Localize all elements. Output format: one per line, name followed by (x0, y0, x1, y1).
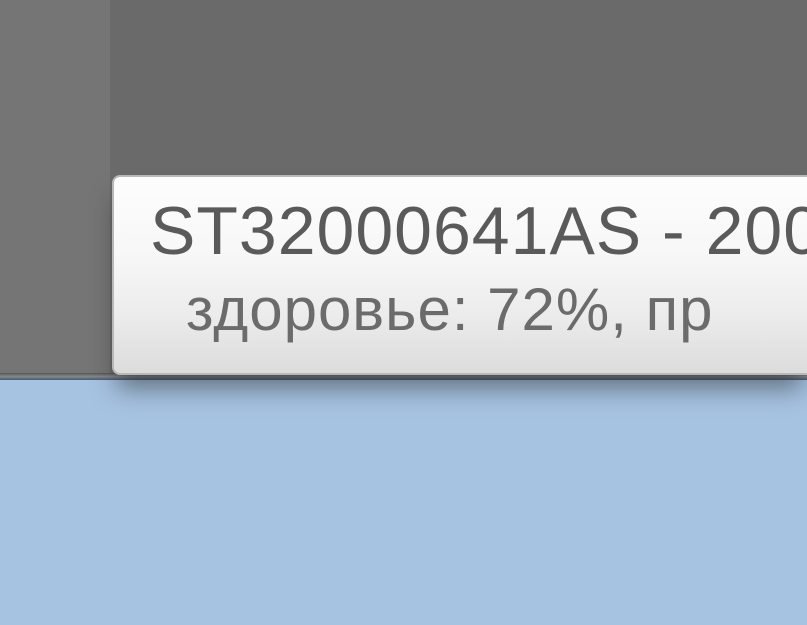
drive-status-tooltip: ST32000641AS - 2000 здоровье: 72%, пр (112, 175, 807, 375)
background-top-left-strip (0, 0, 110, 380)
health-trailing-text: пр (646, 276, 714, 343)
health-label: здоровье: (186, 276, 469, 343)
drive-model-title: ST32000641AS - 2000 (150, 189, 807, 274)
health-value: 72%, (487, 276, 628, 343)
drive-health-line: здоровье: 72%, пр (150, 274, 807, 346)
background-bottom (0, 380, 807, 625)
